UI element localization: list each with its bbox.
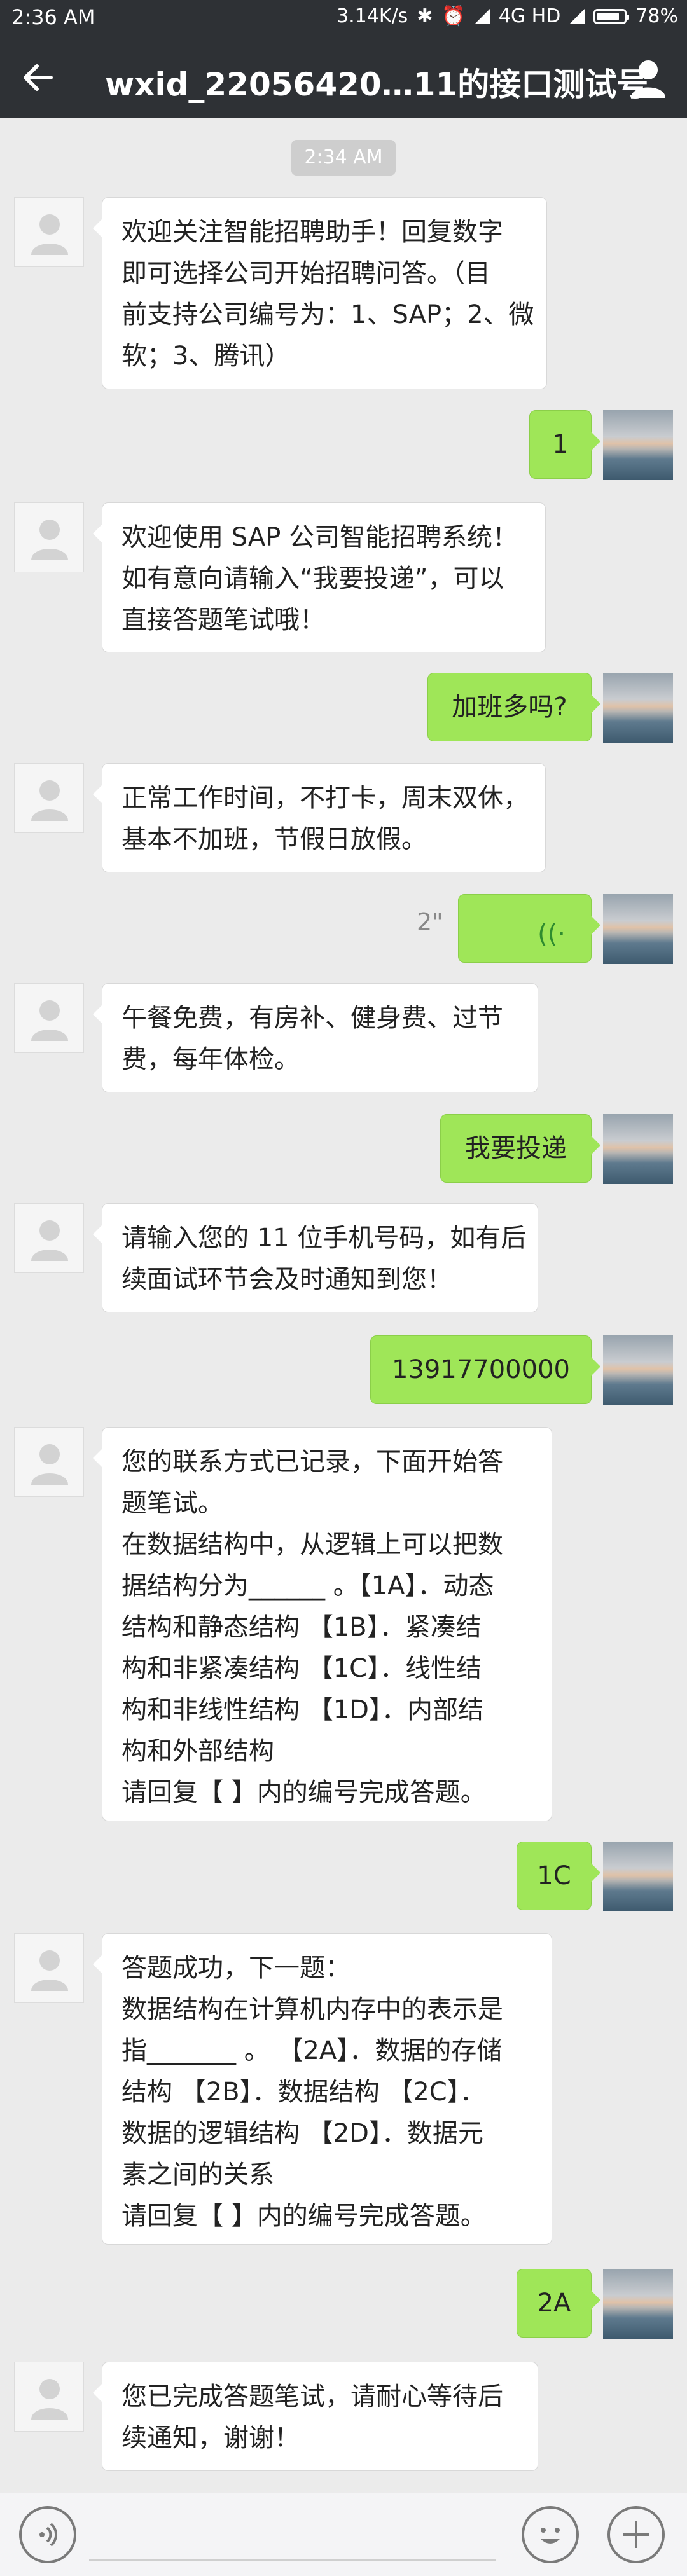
received-message-bubble[interactable]: 欢迎使用 SAP 公司智能招聘系统！ 如有意向请输入“我要投递”，可以 直接答题笔试… [93,502,546,652]
voice-message-bubble[interactable]: ((· [458,894,600,963]
message-line: 在数据结构中，从逻辑上可以把数 [121,1530,503,1559]
arrow-left-icon[interactable] [19,59,57,97]
user-avatar[interactable] [603,1842,673,1911]
received-message-bubble[interactable]: 您的联系方式已记录，下面开始答 题笔试。在数据结构中，从逻辑上可以把数 据结构分为_… [93,1427,552,1821]
message-line: 构和外部结构 [121,1737,274,1766]
chat-timestamp: 2:34 AM [291,140,396,176]
message-line: 直接答题笔试哦！ [121,605,325,635]
chat-title: wxid_22056420…11的接口测试号 [105,66,649,103]
message-line: 您已完成答题笔试，请耐心等待后 [121,2382,503,2411]
status-bar: 2:36 AM 3.14K/s ✱ ⏰ 4G HD 78% [0,0,687,38]
user-avatar[interactable] [603,1335,673,1405]
message-line: 欢迎使用 SAP 公司智能招聘系统！ [121,523,518,552]
bluetooth-icon: ✱ [417,5,433,27]
user-avatar[interactable] [603,673,673,743]
voice-wave-icon: ((· [538,920,566,949]
message-line: 请回复【 】内的编号完成答题。 [121,2201,486,2231]
emoji-icon[interactable] [522,2506,579,2563]
received-message-bubble[interactable]: 请输入您的 11 位手机号码，如有后 续面试环节会及时通知到您！ [93,1203,538,1312]
person-icon[interactable] [627,57,669,99]
network-speed: 3.14K/s [337,5,408,27]
bot-avatar[interactable] [14,2362,84,2432]
voice-toggle-icon[interactable] [19,2506,76,2563]
chat-header: wxid_22056420…11的接口测试号 [0,38,687,118]
message-input[interactable] [89,2559,496,2561]
message-line: 前支持公司编号为：1、SAP；2、微 [121,300,534,329]
status-time: 2:36 AM [11,5,95,29]
received-message-bubble[interactable]: 答题成功，下一题： 数据结构在计算机内存中的表示是 指_______ 。 【2A】．… [93,1933,552,2245]
message-line: 正常工作时间，不打卡，周末双休， [121,783,529,813]
battery-level: 78% [635,5,678,27]
message-line: 结构 【2B】．数据结构 【2C】． [121,2077,485,2107]
received-message-bubble[interactable]: 午餐免费，有房补、健身费、过节 费，每年体检。 [93,983,538,1092]
received-message-bubble[interactable]: 正常工作时间，不打卡，周末双休， 基本不加班，节假日放假。 [93,763,546,872]
message-line: 题笔试。 [121,1489,223,1518]
user-avatar[interactable] [603,410,673,480]
sent-message-bubble[interactable]: 我要投递 [440,1114,600,1183]
bot-avatar[interactable] [14,1933,84,2003]
sent-message-bubble[interactable]: 2A [517,2269,600,2338]
message-line: 素之间的关系 [121,2160,274,2189]
voice-duration: 2" [417,908,443,936]
sent-message-bubble[interactable]: 加班多吗? [427,673,600,741]
status-icons: 3.14K/s ✱ ⏰ 4G HD 78% [337,5,678,27]
received-message-bubble[interactable]: 欢迎关注智能招聘助手！回复数字 即可选择公司开始招聘问答。（目前支持公司编号为：1… [93,197,547,389]
message-line: 构和非紧凑结构 【1C】．线性结 [121,1654,482,1683]
message-line: 1 [552,430,569,459]
sent-message-bubble[interactable]: 13917700000 [370,1335,600,1404]
user-avatar[interactable] [603,894,673,964]
message-line: 加班多吗? [452,692,567,722]
message-line: 您的联系方式已记录，下面开始答 [121,1447,503,1477]
received-message-bubble[interactable]: 您已完成答题笔试，请耐心等待后 续通知，谢谢！ [93,2362,538,2471]
sent-message-bubble[interactable]: 1C [517,1842,600,1910]
bot-avatar[interactable] [14,1203,84,1273]
plus-icon[interactable] [607,2506,665,2563]
message-line: 午餐免费，有房补、健身费、过节 [121,1003,503,1033]
message-line: 构和非线性结构 【1D】．内部结 [121,1695,483,1725]
input-bar [0,2493,687,2576]
alarm-icon: ⏰ [441,5,466,27]
network-type: 4G HD [498,5,561,27]
signal-icon-2 [569,8,585,24]
bot-avatar[interactable] [14,502,84,572]
message-line: 即可选择公司开始招聘问答。（目 [121,259,490,288]
message-line: 结构和静态结构 【1B】．紧凑结 [121,1613,482,1642]
message-line: 如有意向请输入“我要投递”，可以 [121,564,504,593]
signal-icon [474,8,490,24]
user-avatar[interactable] [603,1114,673,1184]
message-line: 1C [537,1861,571,1891]
message-line: 软；3、腾讯） [121,341,291,371]
message-line: 基本不加班，节假日放假。 [121,825,427,854]
message-line: 欢迎关注智能招聘助手！回复数字 [121,217,503,247]
message-line: 13917700000 [392,1355,570,1384]
message-line: 答题成功，下一题： [121,1953,350,1983]
battery-icon [593,8,630,24]
message-line: 数据结构在计算机内存中的表示是 [121,1995,503,2024]
bot-avatar[interactable] [14,197,84,267]
message-line: 续面试环节会及时通知到您！ [121,1265,452,1294]
bot-avatar[interactable] [14,763,84,833]
message-line: 2A [537,2289,571,2318]
user-avatar[interactable] [603,2269,673,2339]
bot-avatar[interactable] [14,983,84,1053]
message-line: 我要投递 [465,1134,567,1163]
bot-avatar[interactable] [14,1427,84,1497]
message-line: 指_______ 。 【2A】．数据的存储 [121,2036,503,2065]
sent-message-bubble[interactable]: 1 [529,410,600,479]
message-line: 请回复【 】内的编号完成答题。 [121,1778,486,1807]
message-line: 请输入您的 11 位手机号码，如有后 [121,1223,527,1253]
message-line: 据结构分为______ 。【1A】．动态 [121,1571,494,1601]
message-line: 续通知，谢谢！ [121,2423,300,2453]
message-line: 费，每年体检。 [121,1045,300,1074]
message-line: 数据的逻辑结构 【2D】．数据元 [121,2119,483,2148]
